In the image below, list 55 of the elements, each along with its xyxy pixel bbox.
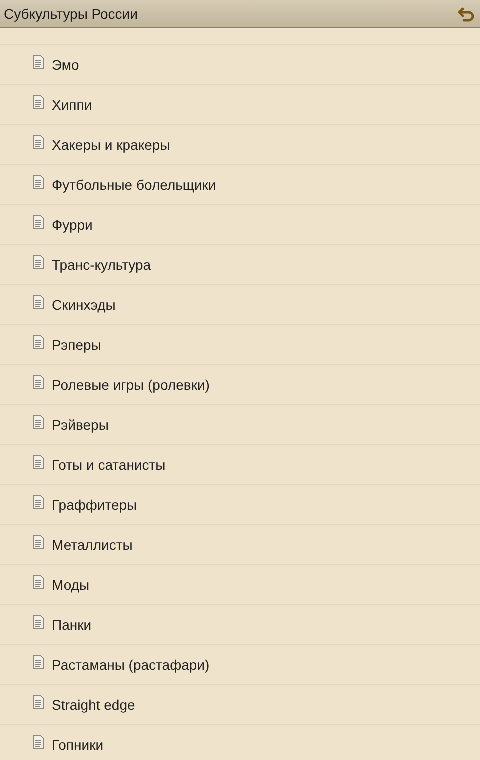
item-label: Металлисты [52, 536, 133, 552]
document-icon [32, 574, 45, 588]
list-item[interactable]: Хакеры и кракеры [0, 125, 480, 165]
list-item[interactable]: Растаманы (растафари) [0, 645, 480, 685]
list-item[interactable]: Рэйверы [0, 405, 480, 445]
document-icon [32, 374, 45, 388]
item-label: Футбольные болельщики [52, 176, 216, 192]
list-item[interactable]: Гопники [0, 725, 480, 760]
list-item[interactable]: Фурри [0, 205, 480, 245]
item-label: Эмо [52, 56, 80, 72]
item-label: Straight edge [52, 696, 136, 712]
list-item[interactable]: Граффитеры [0, 485, 480, 525]
document-icon [32, 654, 45, 668]
document-icon [32, 134, 45, 148]
item-label: Моды [52, 576, 90, 592]
list-item[interactable]: Панки [0, 605, 480, 645]
item-label: Граффитеры [52, 496, 138, 512]
list-item[interactable]: Скинхэды [0, 285, 480, 325]
list-item[interactable]: Готы и сатанисты [0, 445, 480, 485]
document-icon [32, 534, 45, 548]
document-icon [32, 254, 45, 268]
document-icon [32, 334, 45, 348]
list-item[interactable]: Straight edge [0, 685, 480, 725]
window-title: Субкультуры России [4, 6, 138, 22]
document-icon [32, 94, 45, 108]
item-label: Хакеры и кракеры [52, 136, 170, 152]
item-label: Транс-культура [52, 256, 152, 272]
item-label: Панки [52, 616, 92, 632]
item-label: Гопники [52, 736, 104, 752]
item-label: Рэйверы [52, 416, 109, 432]
list-item[interactable]: Ролевые игры (ролевки) [0, 365, 480, 405]
list-item[interactable]: Моды [0, 565, 480, 605]
item-label: Хиппи [52, 96, 92, 112]
list-item[interactable]: Футбольные болельщики [0, 165, 480, 205]
item-label: Фурри [52, 216, 93, 232]
list-item[interactable]: Транс-культура [0, 245, 480, 285]
item-label: Ролевые игры (ролевки) [52, 376, 210, 392]
document-icon [32, 614, 45, 628]
list-item[interactable]: Хиппи [0, 85, 480, 125]
list-item[interactable]: Металлисты [0, 525, 480, 565]
document-icon [32, 454, 45, 468]
document-icon [32, 214, 45, 228]
item-label: Готы и сатанисты [52, 456, 166, 472]
item-label: Скинхэды [52, 296, 116, 312]
document-icon [32, 174, 45, 188]
document-icon [32, 294, 45, 308]
list-item[interactable]: Рэперы [0, 325, 480, 365]
item-label: Растаманы (растафари) [52, 656, 210, 672]
document-icon [32, 694, 45, 708]
document-icon [32, 734, 45, 748]
document-icon [32, 54, 45, 68]
list-item[interactable]: Эмо [0, 45, 480, 85]
document-icon [32, 414, 45, 428]
document-icon [32, 494, 45, 508]
item-label: Рэперы [52, 336, 102, 352]
